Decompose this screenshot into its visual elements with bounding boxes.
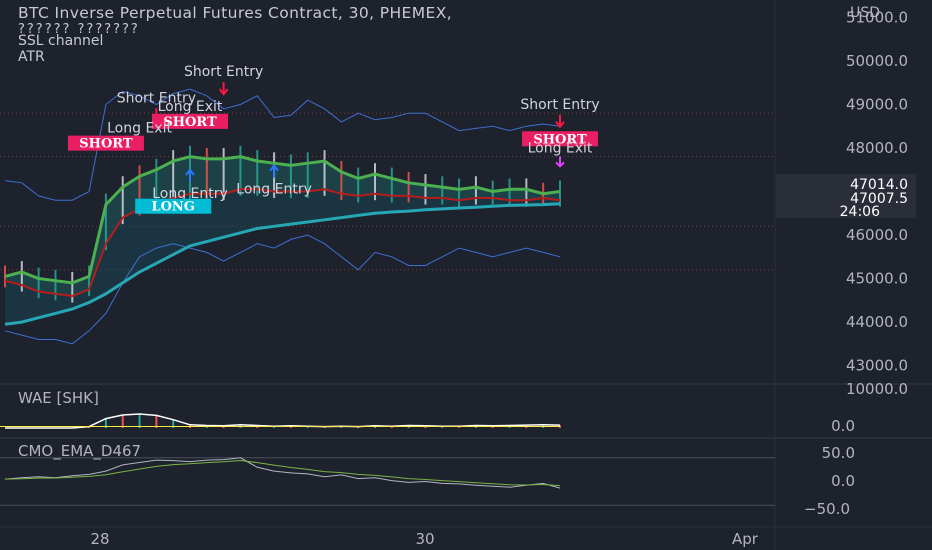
cmo-tick: 50.0: [822, 444, 855, 462]
currency-label: USD: [850, 5, 880, 21]
cmo-tick: 0.0: [831, 472, 855, 490]
signal-text: Short Entry: [184, 64, 263, 80]
wae-tick: 10000.0: [846, 380, 908, 398]
price-tick: 49000.0: [846, 95, 908, 113]
wae-pane-label[interactable]: WAE [SHK]: [18, 389, 99, 407]
signal-badge-text: SHORT: [79, 137, 133, 152]
time-tick: Apr: [732, 530, 759, 548]
cmo-tick: −50.0: [804, 500, 850, 518]
price-tick: 46000.0: [846, 226, 908, 244]
cmo-pane-label[interactable]: CMO_EMA_D467: [18, 442, 141, 460]
signal-text: Short Entry: [520, 97, 599, 113]
chart-canvas[interactable]: Short EntryShort EntryLong ExitSHORTLong…: [0, 0, 932, 550]
price-tick: 50000.0: [846, 52, 908, 70]
time-tick: 30: [415, 530, 434, 548]
price-tick: 45000.0: [846, 270, 908, 288]
countdown-label: 24:06: [840, 204, 880, 220]
signal-text: Long Exit: [107, 121, 172, 137]
price-tick: 43000.0: [846, 357, 908, 375]
chart-title: BTC Inverse Perpetual Futures Contract, …: [18, 4, 453, 22]
wae-tick: 0.0: [831, 417, 855, 435]
signal-badge-text: LONG: [151, 200, 194, 215]
background: [0, 0, 932, 550]
time-tick: 28: [90, 530, 109, 548]
price-tick: 48000.0: [846, 139, 908, 157]
signal-text: Long Entry: [236, 182, 312, 198]
signal-text: Long Exit: [158, 99, 223, 115]
price-tick: 44000.0: [846, 313, 908, 331]
signal-text: Long Exit: [528, 140, 593, 156]
indicator-label-atr[interactable]: ATR: [18, 49, 45, 65]
indicator-label-ssl[interactable]: SSL channel: [18, 33, 103, 49]
